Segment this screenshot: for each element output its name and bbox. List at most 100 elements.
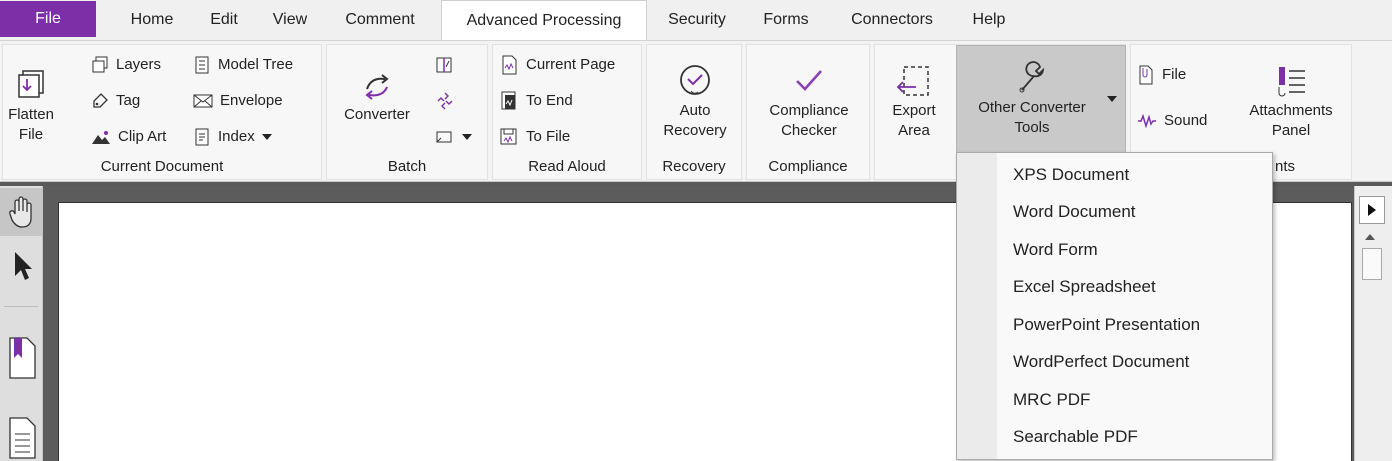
group-label-compliance: Compliance bbox=[768, 158, 848, 175]
read-to-end-button[interactable]: To End bbox=[499, 89, 573, 113]
flatten-file-icon bbox=[18, 70, 44, 98]
attach-file-icon bbox=[1139, 65, 1153, 85]
batch-rotate-button[interactable] bbox=[435, 89, 455, 113]
tag-label: Tag bbox=[116, 92, 141, 109]
envelope-button[interactable]: Envelope bbox=[193, 89, 283, 113]
attach-sound-button[interactable]: Sound bbox=[1137, 109, 1207, 133]
current-page-label: Current Page bbox=[526, 56, 616, 73]
tab-forms[interactable]: Forms bbox=[748, 0, 824, 40]
dropdown-arrow-icon bbox=[261, 134, 272, 140]
group-label-current-document: Current Document bbox=[100, 158, 224, 175]
auto-recovery-label: Auto Recovery bbox=[663, 102, 727, 139]
compliance-checker-label: Compliance Checker bbox=[769, 102, 849, 139]
compliance-checker-button[interactable]: Compliance Checker bbox=[755, 61, 863, 141]
tab-comment[interactable]: Comment bbox=[330, 0, 430, 40]
layers-label: Layers bbox=[116, 56, 162, 73]
wrench-icon bbox=[1019, 61, 1045, 93]
attach-file-label: File bbox=[1162, 66, 1187, 83]
tab-edit[interactable]: Edit bbox=[196, 0, 252, 40]
auto-recovery-button[interactable]: Auto Recovery bbox=[655, 61, 735, 141]
export-area-icon bbox=[896, 66, 929, 96]
auto-recovery-icon bbox=[680, 65, 710, 95]
other-converter-tools-label: Other Converter Tools bbox=[978, 99, 1086, 136]
checkmark-icon bbox=[796, 70, 822, 91]
expand-panel-button[interactable] bbox=[1359, 196, 1385, 224]
other-converter-tools-menu: XPS Document Word Document Word Form Exc… bbox=[956, 152, 1273, 460]
read-to-file-button[interactable]: To File bbox=[499, 125, 570, 149]
attachments-panel-icon bbox=[1278, 67, 1305, 97]
layers-icon bbox=[92, 56, 108, 73]
other-converter-tools-body: Other Converter Tools bbox=[957, 58, 1107, 138]
group-batch: Converter Batch bbox=[326, 44, 488, 180]
model-tree-icon bbox=[195, 56, 209, 74]
tab-file[interactable]: File bbox=[0, 1, 96, 37]
menu-item-powerpoint-presentation[interactable]: PowerPoint Presentation bbox=[1013, 310, 1200, 340]
flatten-file-label: Flatten File bbox=[8, 106, 54, 143]
tab-help[interactable]: Help bbox=[958, 0, 1020, 40]
hand-tool-button[interactable] bbox=[0, 188, 43, 236]
converter-label: Converter bbox=[344, 106, 410, 123]
scroll-up-icon[interactable] bbox=[1365, 234, 1375, 240]
tab-home[interactable]: Home bbox=[112, 0, 192, 40]
tag-button[interactable]: Tag bbox=[91, 89, 140, 113]
bookmarks-button[interactable] bbox=[0, 336, 43, 386]
to-end-label: To End bbox=[526, 92, 573, 109]
dropdown-arrow-icon bbox=[462, 134, 472, 140]
group-label-batch: Batch bbox=[387, 158, 427, 175]
bookmark-icon bbox=[8, 337, 36, 379]
group-compliance: Compliance Checker Compliance bbox=[746, 44, 870, 180]
export-area-button[interactable]: Export Area bbox=[881, 61, 947, 141]
tab-advanced-processing[interactable]: Advanced Processing bbox=[441, 0, 647, 41]
pages-button[interactable] bbox=[0, 416, 43, 461]
menu-item-xps-document[interactable]: XPS Document bbox=[1013, 160, 1129, 190]
group-read-aloud: Current Page To End To File Read Aloud bbox=[492, 44, 642, 180]
attach-file-button[interactable]: File bbox=[1137, 63, 1186, 87]
converter-button[interactable]: Converter bbox=[337, 65, 417, 125]
index-button[interactable]: Index bbox=[193, 125, 272, 149]
menu-item-word-form[interactable]: Word Form bbox=[1013, 235, 1098, 265]
menu-item-word-document[interactable]: Word Document bbox=[1013, 197, 1136, 227]
page-thumbnail-icon bbox=[8, 417, 36, 459]
tab-view[interactable]: View bbox=[258, 0, 322, 40]
menu-icon-gutter bbox=[957, 153, 997, 459]
menu-item-searchable-pdf[interactable]: Searchable PDF bbox=[1013, 422, 1138, 452]
clip-art-button[interactable]: Clip Art bbox=[91, 125, 166, 149]
sound-wave-icon bbox=[1138, 114, 1156, 128]
cursor-arrow-icon bbox=[14, 252, 32, 280]
triangle-right-icon bbox=[1368, 204, 1376, 216]
index-label: Index bbox=[218, 128, 255, 145]
attachments-panel-button[interactable]: Attachments Panel bbox=[1235, 61, 1347, 141]
attachments-panel-label: Attachments Panel bbox=[1249, 102, 1333, 139]
tab-connectors[interactable]: Connectors bbox=[834, 0, 950, 40]
group-label-recovery: Recovery bbox=[662, 158, 726, 175]
attach-sound-label: Sound bbox=[1164, 112, 1208, 129]
hand-icon bbox=[8, 196, 32, 228]
tab-security[interactable]: Security bbox=[654, 0, 740, 40]
group-label-read-aloud: Read Aloud bbox=[528, 158, 606, 175]
read-page-icon bbox=[502, 55, 517, 75]
layers-button[interactable]: Layers bbox=[91, 53, 161, 77]
vertical-scrollbar[interactable] bbox=[1354, 186, 1392, 461]
select-tool-button[interactable] bbox=[0, 250, 43, 290]
panel-divider bbox=[4, 306, 38, 307]
batch-split-button[interactable] bbox=[435, 53, 453, 77]
group-current-document: Flatten File Layers Tag Clip Art Model T… bbox=[2, 44, 322, 180]
read-current-page-button[interactable]: Current Page bbox=[499, 53, 615, 77]
read-to-end-icon bbox=[501, 91, 516, 110]
export-area-label: Export Area bbox=[892, 102, 936, 139]
scrollbar-thumb[interactable] bbox=[1362, 248, 1382, 280]
ribbon-tab-bar: File Home Edit View Comment Advanced Pro… bbox=[0, 0, 1392, 41]
group-recovery: Auto Recovery Recovery bbox=[646, 44, 742, 180]
batch-sequence-button[interactable] bbox=[435, 125, 472, 149]
flatten-file-button[interactable]: Flatten File bbox=[7, 65, 55, 145]
dropdown-arrow-icon bbox=[1107, 96, 1117, 102]
menu-item-wordperfect-document[interactable]: WordPerfect Document bbox=[1013, 347, 1189, 377]
index-icon bbox=[195, 128, 209, 146]
tag-icon bbox=[93, 93, 108, 108]
model-tree-button[interactable]: Model Tree bbox=[193, 53, 293, 77]
menu-item-mrc-pdf[interactable]: MRC PDF bbox=[1013, 385, 1090, 415]
menu-item-excel-spreadsheet[interactable]: Excel Spreadsheet bbox=[1013, 272, 1156, 302]
split-page-icon bbox=[436, 57, 452, 73]
to-file-label: To File bbox=[526, 128, 571, 145]
converter-icon bbox=[365, 74, 389, 100]
